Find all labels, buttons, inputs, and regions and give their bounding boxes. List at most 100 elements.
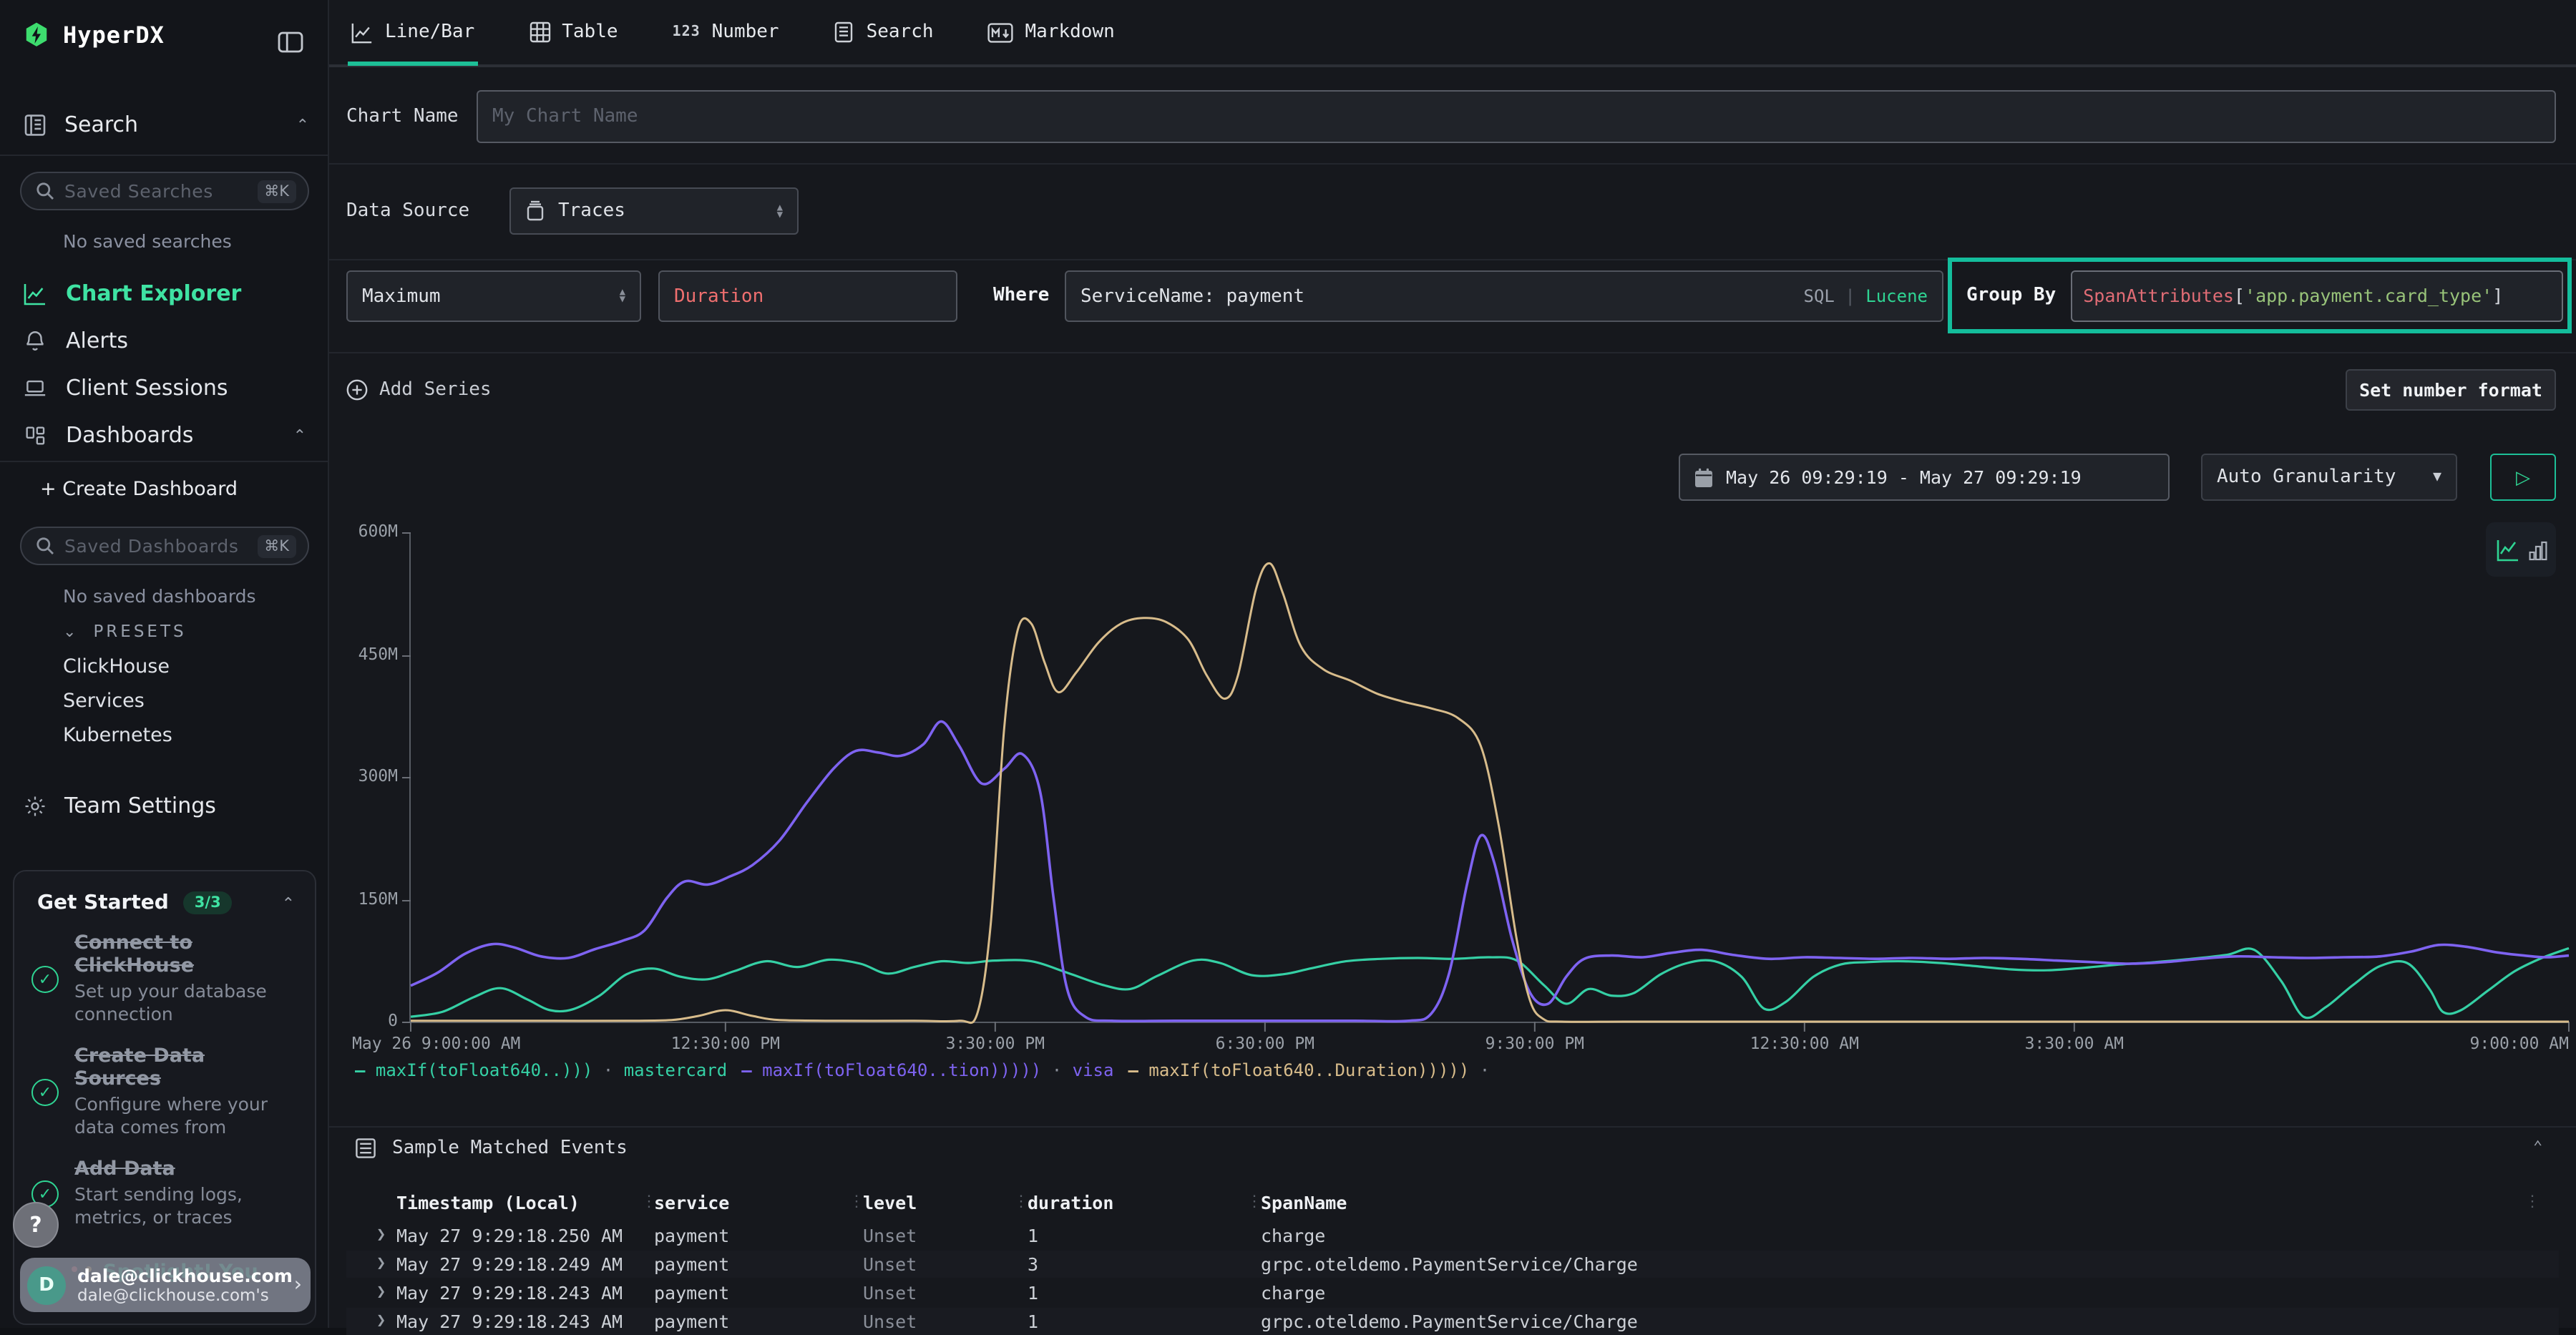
date-range-input[interactable]: May 26 09:29:19 - May 27 09:29:19 bbox=[1679, 454, 2170, 501]
x-tick-label: May 26 9:00:00 AM bbox=[352, 1033, 520, 1053]
table-cell[interactable]: Unset bbox=[863, 1253, 917, 1275]
tab-table[interactable]: Table bbox=[526, 0, 620, 66]
chart-legend: — maxIf(toFloat640..))) · mastercard — ma… bbox=[355, 1060, 1504, 1080]
table-cell[interactable]: May 27 9:29:18.249 AM bbox=[396, 1253, 623, 1275]
chart-canvas[interactable] bbox=[411, 532, 2569, 1032]
table-cell[interactable]: grpc.oteldemo.PaymentService/Charge bbox=[1261, 1311, 1638, 1332]
table-cell[interactable]: 3 bbox=[1028, 1253, 1038, 1275]
sidebar-item-chart-explorer[interactable]: Chart Explorer bbox=[0, 275, 329, 312]
query-language-toggle[interactable]: SQL | Lucene bbox=[1804, 286, 1928, 306]
user-profile-chip[interactable]: D dale@clickhouse.com dale@clickhouse.co… bbox=[20, 1258, 311, 1312]
column-resize-handle[interactable]: ⋮ bbox=[1246, 1192, 1262, 1211]
get-started-item-title[interactable]: Add Data bbox=[74, 1158, 289, 1180]
where-label: Where bbox=[993, 285, 1049, 306]
table-cell[interactable]: Unset bbox=[863, 1225, 917, 1246]
y-tick-mark bbox=[402, 777, 411, 778]
series-line-mastercard[interactable] bbox=[411, 948, 2569, 1017]
x-tick-label: 12:30:00 AM bbox=[1750, 1033, 1859, 1053]
lang-lucene[interactable]: Lucene bbox=[1865, 286, 1928, 306]
expand-row-icon[interactable]: ❯ bbox=[376, 1225, 386, 1243]
series-line-visa[interactable] bbox=[411, 721, 2569, 1021]
data-source-select[interactable]: Traces ▲▼ bbox=[509, 187, 799, 235]
table-cell[interactable]: May 27 9:29:18.243 AM bbox=[396, 1311, 623, 1332]
get-started-item-title[interactable]: Connect to ClickHouse bbox=[74, 931, 289, 977]
sidebar-item-alerts[interactable]: Alerts bbox=[0, 322, 329, 359]
create-dashboard-button[interactable]: + Create Dashboard bbox=[40, 478, 238, 501]
table-cell[interactable]: charge bbox=[1261, 1225, 1325, 1246]
expand-row-icon[interactable]: ❯ bbox=[376, 1253, 386, 1272]
collapse-section-icon[interactable]: ⌃ bbox=[2533, 1138, 2542, 1156]
field-select[interactable]: Duration bbox=[658, 270, 957, 322]
column-header-level: level bbox=[863, 1192, 917, 1213]
lang-sql[interactable]: SQL bbox=[1804, 286, 1835, 306]
table-cell[interactable]: payment bbox=[654, 1225, 729, 1246]
collapse-sidebar-icon[interactable] bbox=[278, 31, 303, 53]
expand-row-icon[interactable]: ❯ bbox=[376, 1282, 386, 1301]
tab-line-bar[interactable]: Line/Bar bbox=[348, 0, 477, 66]
granularity-select[interactable]: Auto Granularity ▼ bbox=[2201, 454, 2457, 501]
run-query-button[interactable]: ▷ bbox=[2490, 454, 2556, 501]
help-button[interactable]: ? bbox=[13, 1202, 59, 1248]
tab-number[interactable]: 123Number bbox=[670, 0, 782, 66]
legend-item-mastercard[interactable]: — maxIf(toFloat640..))) · mastercard bbox=[355, 1060, 727, 1080]
sidebar-item-team-settings[interactable]: Team Settings bbox=[23, 793, 309, 818]
set-number-format-button[interactable]: Set number format bbox=[2346, 369, 2556, 411]
saved-searches-input[interactable]: Saved Searches ⌘K bbox=[20, 172, 309, 210]
sidebar-item-label: Client Sessions bbox=[66, 375, 228, 401]
table-cell[interactable]: May 27 9:29:18.250 AM bbox=[396, 1225, 623, 1246]
column-resize-handle[interactable]: ⋮ bbox=[641, 1192, 657, 1211]
column-resize-handle[interactable]: ⋮ bbox=[1013, 1192, 1029, 1211]
sidebar-section-search[interactable]: Search ⌃ bbox=[23, 112, 309, 137]
table-cell[interactable]: payment bbox=[654, 1311, 729, 1332]
column-resize-handle[interactable]: ⋮ bbox=[2524, 1192, 2540, 1211]
sidebar-item-client-sessions[interactable]: Client Sessions bbox=[0, 369, 329, 406]
saved-dashboards-input[interactable]: Saved Dashboards ⌘K bbox=[20, 527, 309, 565]
get-started-item[interactable]: ✓Connect to ClickHouseSet up your databa… bbox=[31, 931, 298, 1026]
preset-item-clickhouse[interactable]: ClickHouse bbox=[63, 655, 170, 678]
chart-line-icon bbox=[23, 281, 47, 305]
main-content: Line/BarTable123NumberSearchMarkdown Cha… bbox=[329, 0, 2576, 1328]
chart-name-input[interactable] bbox=[477, 90, 2556, 143]
laptop-icon bbox=[23, 376, 47, 400]
x-tick-label: 12:30:00 PM bbox=[671, 1033, 780, 1053]
y-tick-mark bbox=[402, 532, 411, 534]
group-by-input[interactable]: SpanAttributes['app.payment.card_type'] bbox=[2070, 270, 2562, 321]
chevron-down-icon: ▼ bbox=[2433, 469, 2441, 485]
column-resize-handle[interactable]: ⋮ bbox=[849, 1192, 864, 1211]
series-line-unnamed[interactable] bbox=[411, 563, 2569, 1022]
user-subtext: dale@clickhouse.com's bbox=[77, 1286, 293, 1304]
where-input[interactable]: ServiceName: payment SQL | Lucene bbox=[1065, 270, 1943, 322]
table-cell[interactable]: charge bbox=[1261, 1282, 1325, 1304]
get-started-item[interactable]: ✓Create Data SourcesConfigure where your… bbox=[31, 1045, 298, 1139]
gear-icon bbox=[23, 793, 47, 818]
table-cell[interactable]: 1 bbox=[1028, 1311, 1038, 1332]
hyperdx-logo-icon bbox=[23, 21, 50, 49]
tab-search[interactable]: Search bbox=[831, 0, 937, 66]
table-cell[interactable]: grpc.oteldemo.PaymentService/Charge bbox=[1261, 1253, 1638, 1275]
legend-item-visa[interactable]: — maxIf(toFloat640..tion))))) · visa bbox=[741, 1060, 1113, 1080]
lang-divider: | bbox=[1845, 286, 1855, 306]
get-started-item[interactable]: ✓Add DataStart sending logs, metrics, or… bbox=[31, 1158, 298, 1229]
get-started-item-title[interactable]: Create Data Sources bbox=[74, 1045, 289, 1090]
table-cell[interactable]: payment bbox=[654, 1253, 729, 1275]
aggregation-select[interactable]: Maximum ▲▼ bbox=[346, 270, 641, 322]
sidebar-item-dashboards[interactable]: Dashboards⌃ bbox=[0, 416, 329, 454]
preset-item-services[interactable]: Services bbox=[63, 690, 145, 713]
x-tick-label: 9:00:00 AM bbox=[2470, 1033, 2570, 1053]
number-123-icon: 123 bbox=[673, 24, 701, 40]
table-cell[interactable]: Unset bbox=[863, 1282, 917, 1304]
add-series-button[interactable]: Add Series bbox=[346, 379, 492, 401]
preset-item-kubernetes[interactable]: Kubernetes bbox=[63, 724, 172, 747]
table-cell[interactable]: 1 bbox=[1028, 1225, 1038, 1246]
chevron-up-icon[interactable]: ⌃ bbox=[282, 894, 295, 912]
expand-row-icon[interactable]: ❯ bbox=[376, 1311, 386, 1329]
line-chart-icon bbox=[351, 21, 374, 44]
table-cell[interactable]: May 27 9:29:18.243 AM bbox=[396, 1282, 623, 1304]
table-cell[interactable]: payment bbox=[654, 1282, 729, 1304]
table-cell[interactable]: 1 bbox=[1028, 1282, 1038, 1304]
presets-toggle[interactable]: ⌄ PRESETS bbox=[63, 621, 187, 641]
tab-markdown[interactable]: Markdown bbox=[985, 0, 1118, 66]
table-cell[interactable]: Unset bbox=[863, 1311, 917, 1332]
legend-item-unnamed[interactable]: — maxIf(toFloat640..Duration))))) · bbox=[1128, 1060, 1490, 1080]
legend-dash-icon: — bbox=[741, 1060, 762, 1080]
